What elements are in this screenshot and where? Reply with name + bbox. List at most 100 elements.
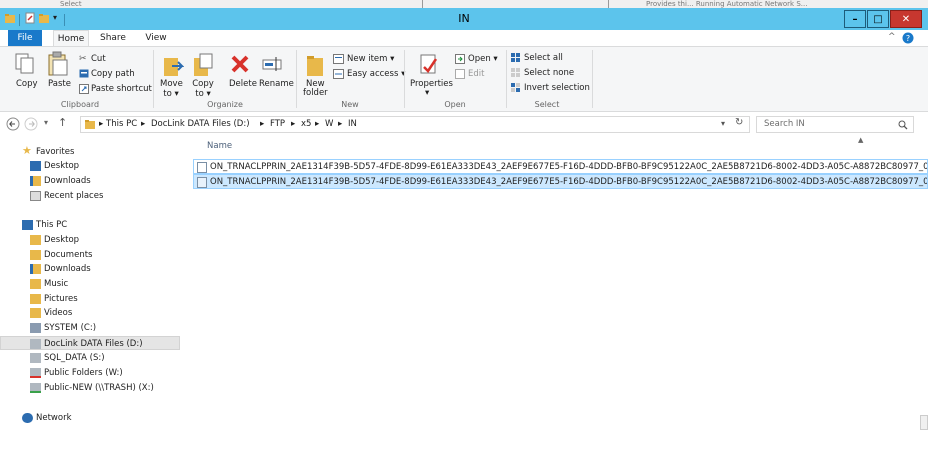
nav-pc-music[interactable]: Music	[0, 277, 180, 291]
address-dropdown-icon[interactable]: ▾	[721, 119, 725, 128]
paste-button[interactable]: Paste	[48, 79, 71, 89]
breadcrumb-separator: ▸	[99, 119, 104, 129]
title-bar: ▾ IN – □ ✕	[0, 8, 928, 30]
nav-this-pc[interactable]: This PC	[0, 218, 180, 232]
select-group-label: Select	[534, 100, 560, 109]
sort-ascending-icon: ▲	[858, 136, 864, 144]
nav-fav-downloads[interactable]: Downloads	[0, 174, 180, 188]
pictures-folder-icon	[30, 294, 41, 304]
refresh-icon[interactable]: ↻	[735, 117, 743, 128]
select-all-icon	[511, 53, 520, 62]
downloads-icon	[30, 176, 41, 186]
paste-shortcut-button[interactable]: Paste shortcut	[91, 84, 152, 94]
file-row-selected[interactable]: ON_TRNACLPPRIN_2AE1314F39B-5D57-4FDE-8D9…	[193, 174, 928, 189]
breadcrumb-separator: ▸	[141, 119, 146, 129]
nav-pc-documents-label: Documents	[44, 250, 93, 260]
network-drive-icon	[30, 383, 41, 393]
nav-pc-documents[interactable]: Documents	[0, 248, 180, 262]
select-none-button[interactable]: Select none	[524, 68, 574, 78]
copy-to-button[interactable]: Copy to ▾	[191, 79, 215, 99]
nav-pc-public-new-x[interactable]: Public-NEW (\\TRASH) (X:)	[0, 381, 180, 395]
drive-icon	[30, 339, 41, 349]
nav-pc-downloads-label: Downloads	[44, 264, 91, 274]
downloads-folder-icon	[30, 264, 41, 274]
nav-favorites[interactable]: ★ Favorites	[0, 144, 180, 159]
select-none-icon	[511, 68, 520, 77]
nav-pc-desktop[interactable]: Desktop	[0, 233, 180, 247]
nav-pc-desktop-label: Desktop	[44, 235, 80, 245]
file-row[interactable]: ON_TRNACLPPRIN_2AE1314F39B-5D57-4FDE-8D9…	[193, 159, 928, 174]
open-button[interactable]: Open ▾	[468, 54, 498, 64]
nav-pc-public-folders-w-label: Public Folders (W:)	[44, 368, 123, 378]
nav-fav-recent-places[interactable]: Recent places	[0, 189, 180, 203]
tab-view[interactable]: View	[142, 30, 170, 46]
up-arrow-icon[interactable]: ↑	[58, 116, 67, 129]
ribbon: Copy Paste ✂ Cut Copy path Paste shortcu…	[0, 46, 928, 112]
windows-drive-icon	[30, 323, 41, 333]
back-arrow-icon[interactable]	[6, 117, 20, 131]
easy-access-icon	[333, 69, 344, 79]
column-header-name[interactable]: Name	[207, 141, 232, 151]
computer-icon	[22, 220, 33, 230]
copy-path-button[interactable]: Copy path	[91, 69, 135, 79]
cut-button[interactable]: Cut	[91, 54, 106, 64]
breadcrumb-in[interactable]: IN	[348, 119, 357, 129]
breadcrumb-ftp[interactable]: FTP	[270, 119, 285, 129]
breadcrumb-d-drive[interactable]: DocLink DATA Files (D:)	[151, 119, 250, 129]
open-group-label: Open	[444, 100, 466, 109]
nav-pc-doclink-d[interactable]: DocLink DATA Files (D:)	[0, 336, 180, 350]
file-name: ON_TRNACLPPRIN_2AE1314F39B-5D57-4FDE-8D9…	[210, 177, 928, 187]
breadcrumb-this-pc[interactable]: This PC	[106, 119, 137, 129]
search-icon[interactable]	[898, 120, 908, 130]
move-to-button[interactable]: Move to ▾	[160, 79, 183, 99]
documents-folder-icon	[30, 250, 41, 260]
collapse-ribbon-icon[interactable]: ^	[888, 32, 896, 42]
minimize-button[interactable]: –	[844, 10, 866, 28]
tab-share[interactable]: Share	[98, 30, 128, 46]
select-all-button[interactable]: Select all	[524, 53, 563, 63]
recent-locations-icon[interactable]: ▾	[44, 118, 48, 127]
new-item-icon	[333, 54, 344, 64]
tab-home[interactable]: Home	[53, 30, 89, 46]
new-item-button[interactable]: New item ▾	[347, 54, 394, 64]
nav-pc-pictures-label: Pictures	[44, 294, 78, 304]
background-service-text: Provides thi... Running Automatic Networ…	[646, 0, 808, 8]
nav-pc-public-folders-w[interactable]: Public Folders (W:)	[0, 366, 180, 380]
delete-button[interactable]: Delete	[229, 79, 257, 89]
properties-dropdown-icon[interactable]: ▾	[425, 88, 429, 98]
nav-pc-sql-data-s[interactable]: SQL_DATA (S:)	[0, 351, 180, 365]
nav-pc-doclink-d-label: DocLink DATA Files (D:)	[44, 339, 143, 349]
network-icon	[22, 413, 33, 423]
music-folder-icon	[30, 279, 41, 289]
nav-pc-sql-data-s-label: SQL_DATA (S:)	[44, 353, 105, 363]
breadcrumb-x5[interactable]: x5	[301, 119, 311, 129]
search-placeholder: Search IN	[764, 119, 805, 129]
easy-access-button[interactable]: Easy access ▾	[347, 69, 405, 79]
help-icon[interactable]: ?	[902, 32, 914, 44]
properties-button[interactable]: Properties	[410, 79, 453, 89]
paste-icon	[48, 51, 68, 76]
new-folder-button-line2[interactable]: folder	[303, 88, 328, 98]
breadcrumb-w[interactable]: W	[325, 119, 333, 129]
nav-fav-recent-places-label: Recent places	[44, 191, 104, 201]
nav-pc-videos[interactable]: Videos	[0, 306, 180, 320]
copy-path-icon	[79, 69, 89, 78]
rename-button[interactable]: Rename	[259, 79, 294, 89]
nav-pc-pictures[interactable]: Pictures	[0, 292, 180, 306]
forward-arrow-icon[interactable]	[24, 117, 38, 131]
nav-pc-system-c[interactable]: SYSTEM (C:)	[0, 321, 180, 335]
nav-pc-downloads[interactable]: Downloads	[0, 262, 180, 276]
copy-button[interactable]: Copy	[16, 79, 38, 89]
desktop-icon	[30, 161, 41, 171]
maximize-button[interactable]: □	[867, 10, 889, 28]
search-input[interactable]: Search IN	[756, 116, 914, 133]
tab-file[interactable]: File	[8, 30, 42, 46]
organize-group-label: Organize	[207, 100, 243, 109]
invert-selection-button[interactable]: Invert selection	[524, 83, 590, 93]
close-button[interactable]: ✕	[890, 10, 922, 28]
nav-fav-desktop[interactable]: Desktop	[0, 159, 180, 173]
breadcrumb-separator: ▸	[291, 119, 296, 129]
nav-network[interactable]: Network	[0, 411, 180, 425]
scrollbar-fragment[interactable]	[920, 415, 928, 430]
edit-button[interactable]: Edit	[468, 69, 484, 79]
